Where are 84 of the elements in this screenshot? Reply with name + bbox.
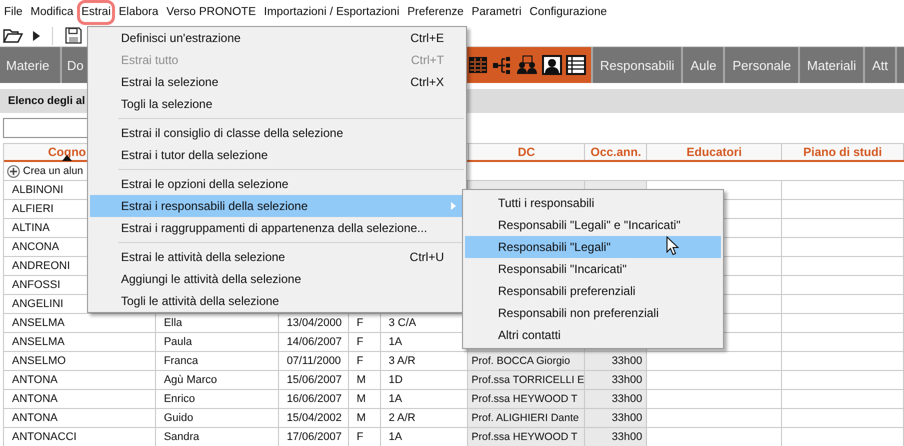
menu-item-label: Definisci un'estrazione [121, 31, 242, 45]
table-cell: 33h00 [585, 428, 648, 446]
table-cell: 13/04/2000 [278, 314, 349, 332]
table-cell: Paula [156, 333, 279, 351]
column-header[interactable]: Educatori [686, 145, 742, 159]
menu-item[interactable]: Estrai i responsabili della selezione [90, 195, 464, 217]
create-student-link[interactable]: Crea un alun [23, 165, 84, 177]
menu-item[interactable]: Responsabili "Legali" [465, 236, 721, 258]
save-icon[interactable] [65, 27, 82, 44]
table-cell: F [348, 314, 381, 332]
table-cell: 07/11/2000 [278, 352, 349, 370]
table-cell: Guido [156, 409, 279, 427]
table-cell: M [348, 390, 381, 408]
menu-item[interactable]: Configurazione [526, 0, 611, 25]
table-cell: Prof. BOCCA Giorgio [468, 352, 586, 370]
menu-item[interactable]: Parametri [468, 0, 526, 25]
table-cell: Agù Marco [156, 371, 279, 389]
shortcut-label: Ctrl+T [411, 53, 444, 67]
table-cell: F [348, 428, 381, 446]
menu-item[interactable]: Estrai i tutor della selezione [90, 144, 464, 166]
mouse-pointer-icon [666, 236, 679, 256]
menu-item[interactable]: Togli la selezione [90, 93, 464, 115]
panel-title: Elenco degli al [8, 95, 86, 107]
table-cell: ANTONA [4, 390, 156, 408]
menu-item[interactable]: Estrai il consiglio di classe della selezione [90, 122, 464, 144]
table-cell: F [348, 352, 381, 370]
menu-item[interactable]: File [0, 0, 27, 25]
menu-item[interactable]: Tutti i responsabili [465, 192, 721, 214]
menu-item[interactable]: Responsabili "Incaricati" [465, 258, 721, 280]
people-icon[interactable] [516, 55, 538, 75]
table-cell: 33h00 [585, 352, 648, 370]
menu-item[interactable]: Definisci un'estrazione Ctrl+E [90, 27, 464, 49]
columns-icon[interactable] [468, 55, 488, 75]
shortcut-label: Ctrl+X [410, 75, 444, 89]
table-cell: Ella [156, 314, 279, 332]
hierarchy-icon[interactable] [492, 55, 512, 75]
table-cell: F [348, 333, 381, 351]
menu-item[interactable]: Preferenze [403, 0, 468, 25]
table-cell: 14/06/2007 [278, 333, 349, 351]
shortcut-label: Ctrl+U [410, 250, 444, 264]
table-cell: ANTONA [4, 409, 156, 427]
menu-item[interactable]: Modifica [26, 0, 78, 25]
table-cell: ANSELMO [4, 352, 156, 370]
table-cell: ANTONA [4, 371, 156, 389]
folder-icon[interactable] [3, 28, 23, 43]
menu-item-label: Togli la selezione [121, 97, 214, 111]
table-cell: Prof. ALIGHIERI Dante [468, 409, 586, 427]
table-cell: Enrico [156, 390, 279, 408]
column-header[interactable]: DC [518, 145, 536, 159]
table-cell: 17/06/2007 [278, 428, 349, 446]
table-cell: Sandra [156, 428, 279, 446]
column-header[interactable]: Cogno [48, 145, 86, 159]
add-icon[interactable] [7, 164, 20, 178]
table-cell: Prof.ssa HEYWOOD T [468, 428, 586, 446]
menu-item[interactable]: Estrai la selezione Ctrl+X [90, 71, 464, 93]
table-cell: ANTONACCI [4, 428, 156, 446]
table-cell: ANSELMA [4, 314, 156, 332]
menu-item-label: Estrai il consiglio di classe della selezione [121, 126, 344, 140]
menu-item[interactable]: Elabora [114, 0, 162, 25]
table-cell: 33h00 [585, 371, 648, 389]
menu-item[interactable]: Importazioni / Esportazioni [260, 0, 404, 25]
table-cell: 16/06/2007 [278, 390, 349, 408]
table-cell: M [348, 371, 381, 389]
portrait-icon[interactable] [542, 55, 562, 75]
column-header[interactable]: Occ.ann. [590, 145, 642, 159]
table-cell: Prof.ssa HEYWOOD T [468, 390, 586, 408]
table-cell: 33h00 [585, 409, 648, 427]
menu-item-label: Estrai tutto [121, 53, 180, 67]
menu-item-label: Estrai la selezione [121, 75, 220, 89]
menu-item[interactable]: Responsabili "Legali" e "Incaricati" [465, 214, 721, 236]
menu-item-label: Estrai i tutor della selezione [121, 148, 269, 162]
table-cell: 15/06/2007 [278, 371, 349, 389]
table-cell: M [348, 409, 381, 427]
table-cell: 33h00 [585, 390, 648, 408]
table-cell: 15/04/2002 [278, 409, 349, 427]
table-cell: Franca [156, 352, 279, 370]
table-cell: Prof.ssa TORRICELLI E [468, 371, 586, 389]
shortcut-label: Ctrl+E [410, 31, 444, 45]
play-icon[interactable] [33, 30, 40, 40]
column-header[interactable]: Piano di studi [803, 145, 882, 159]
menu-item[interactable]: Responsabili preferenziali [465, 280, 721, 302]
table-icon[interactable] [566, 55, 586, 75]
menu-item[interactable]: Verso PRONOTE [162, 0, 260, 25]
table-cell: ANSELMA [4, 333, 156, 351]
